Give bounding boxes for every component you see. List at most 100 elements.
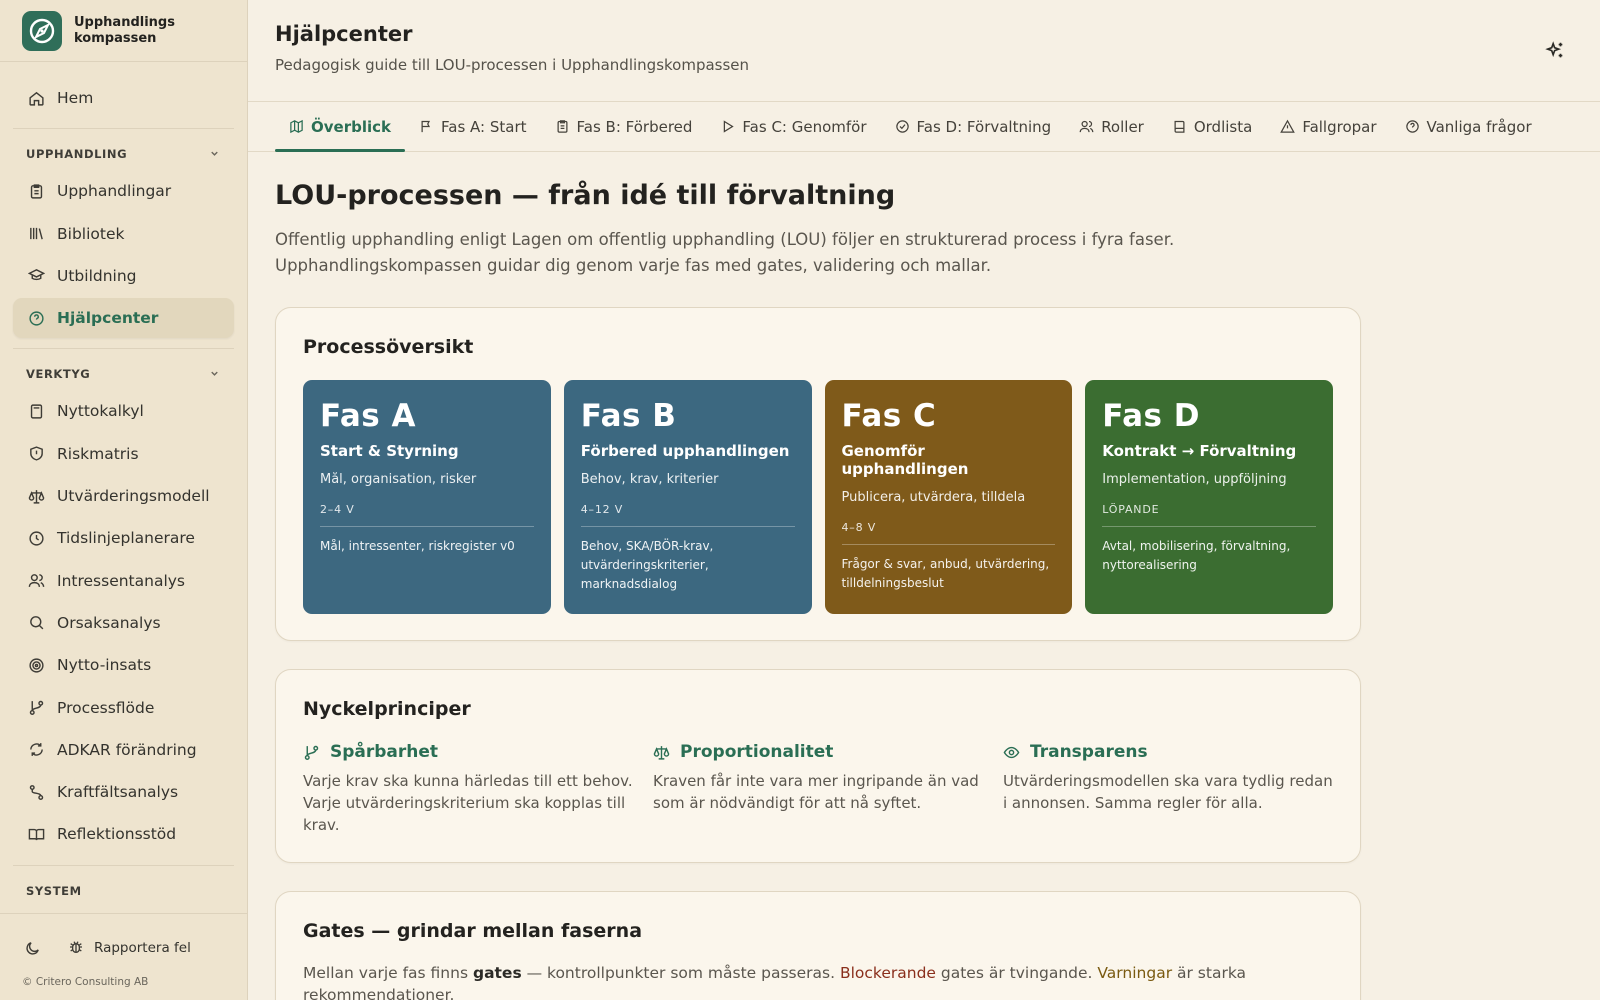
- tab-ordlista[interactable]: Ordlista: [1158, 102, 1266, 151]
- phase-duration: 4–8 V: [841, 521, 1056, 545]
- warning-term: Varningar: [1097, 964, 1173, 982]
- tab-label: Vanliga frågor: [1426, 117, 1532, 136]
- tab-vanliga-fragor[interactable]: Vanliga frågor: [1391, 102, 1546, 151]
- play-icon: [720, 119, 735, 134]
- section-title: VERKTYG: [26, 367, 91, 382]
- phase-name: Kontrakt → Förvaltning: [1102, 442, 1297, 460]
- sidebar-item-label: Kraftfältsanalys: [57, 783, 179, 802]
- key-principles-card: Nyckelprinciper Spårbarhet Varje krav sk…: [275, 669, 1361, 863]
- sidebar-item-label: Nyttokalkyl: [57, 402, 144, 421]
- sidebar-item-adkar[interactable]: ADKAR förändring: [13, 730, 234, 770]
- gates-text-part: — kontrollpunkter som måste passeras.: [521, 964, 840, 982]
- brand-name-line2: kompassen: [74, 30, 157, 46]
- eye-icon: [1003, 743, 1021, 761]
- clipboard-icon: [27, 182, 45, 200]
- gates-text-part: Mellan varje fas finns: [303, 964, 473, 982]
- copyright: © Critero Consulting AB: [22, 976, 149, 988]
- principle-transparens: Transparens Utvärderingsmodellen ska var…: [1003, 742, 1333, 836]
- tab-fas-a[interactable]: Fas A: Start: [405, 102, 541, 151]
- sidebar-item-nytto-insats[interactable]: Nytto-insats: [13, 645, 234, 685]
- phase-description: Implementation, uppföljning: [1102, 472, 1287, 487]
- tab-label: Ordlista: [1193, 117, 1253, 136]
- main-area: Hjälpcenter Pedagogisk guide till LOU-pr…: [248, 0, 1600, 1000]
- tab-roller[interactable]: Roller: [1065, 102, 1158, 151]
- sidebar-item-intressentanalys[interactable]: Intressentanalys: [13, 561, 234, 601]
- tab-label: Roller: [1101, 117, 1144, 136]
- moon-icon[interactable]: [22, 938, 42, 958]
- hero-desc-line2: Upphandlingskompassen guidar dig genom v…: [275, 256, 992, 275]
- refresh-icon: [27, 741, 45, 759]
- sidebar-item-reflektionsstod[interactable]: Reflektionsstöd: [13, 814, 234, 854]
- process-overview-card: Processöversikt Fas A Start & Styrning M…: [275, 307, 1361, 641]
- book-icon: [1172, 119, 1187, 134]
- bug-icon: [68, 939, 86, 957]
- tab-label: Fas B: Förbered: [576, 117, 693, 136]
- sidebar-item-tidslinjeplanerare[interactable]: Tidslinjeplanerare: [13, 518, 234, 558]
- sidebar-item-upphandlingar[interactable]: Upphandlingar: [13, 171, 234, 211]
- report-bug-label: Rapportera fel: [94, 940, 191, 956]
- sidebar-item-hjalpcenter[interactable]: Hjälpcenter: [13, 298, 234, 339]
- phase-card-b[interactable]: Fas B Förbered upphandlingen Behov, krav…: [563, 380, 812, 614]
- tab-label: Fallgropar: [1302, 117, 1377, 136]
- phase-card-d[interactable]: Fas D Kontrakt → Förvaltning Implementat…: [1085, 380, 1333, 614]
- sidebar-item-label: ADKAR förändring: [57, 740, 197, 759]
- principle-title: Transparens: [1030, 742, 1148, 762]
- tab-fas-d[interactable]: Fas D: Förvaltning: [881, 102, 1066, 151]
- phase-code: Fas C: [841, 398, 937, 434]
- report-bug-button[interactable]: Rapportera fel: [68, 939, 191, 957]
- sparkles-icon[interactable]: [1544, 40, 1566, 62]
- sidebar-item-label: Tidslinjeplanerare: [57, 529, 195, 548]
- sidebar-item-processflode[interactable]: Processflöde: [13, 688, 234, 728]
- phase-duration: 2–4 V: [320, 503, 534, 527]
- brand[interactable]: Upphandlings kompassen: [0, 0, 247, 62]
- sidebar-item-bibliotek[interactable]: Bibliotek: [13, 214, 234, 254]
- git-branch-icon: [27, 699, 45, 717]
- chevron-down-icon: [209, 368, 221, 380]
- sidebar-item-label: Reflektionsstöd: [57, 825, 177, 844]
- calculator-icon: [27, 402, 45, 420]
- phase-name: Start & Styrning: [320, 442, 459, 460]
- phase-code: Fas A: [320, 398, 417, 434]
- phase-card-c[interactable]: Fas C Genomför upphandlingen Publicera, …: [824, 380, 1073, 614]
- check-circle-icon: [895, 119, 910, 134]
- users-icon: [1079, 119, 1094, 134]
- warning-triangle-icon: [1280, 119, 1296, 134]
- phase-duration: 4–12 V: [580, 503, 795, 527]
- clipboard-list-icon: [555, 119, 570, 134]
- hero-title: LOU-processen — från idé till förvaltnin…: [275, 180, 896, 211]
- sidebar-item-kraftfaltsanalys[interactable]: Kraftfältsanalys: [13, 772, 234, 812]
- sidebar-item-hem[interactable]: Hem: [13, 78, 234, 118]
- sidebar-item-label: Hjälpcenter: [57, 309, 159, 328]
- tab-bar: Överblick Fas A: Start Fas B: Förbered F…: [248, 102, 1600, 152]
- sidebar-item-orsaksanalys[interactable]: Orsaksanalys: [13, 603, 234, 643]
- sidebar-item-nyttokalkyl[interactable]: Nyttokalkyl: [13, 391, 234, 431]
- card-title: Gates — grindar mellan faserna: [303, 920, 643, 942]
- route-icon: [27, 783, 45, 801]
- tab-overblick[interactable]: Överblick: [275, 102, 405, 152]
- tab-fas-c[interactable]: Fas C: Genomför: [706, 102, 880, 151]
- phase-card-a[interactable]: Fas A Start & Styrning Mål, organisation…: [303, 380, 551, 614]
- tab-fallgropar[interactable]: Fallgropar: [1266, 102, 1390, 151]
- help-circle-icon: [27, 309, 45, 327]
- chevron-down-icon: [209, 148, 221, 160]
- sidebar-item-riskmatris[interactable]: Riskmatris: [13, 434, 234, 474]
- section-toggle-system[interactable]: SYSTEM: [13, 874, 234, 908]
- principle-proportionalitet: Proportionalitet Kraven får inte vara me…: [653, 742, 983, 836]
- tab-label: Fas D: Förvaltning: [916, 117, 1052, 136]
- sidebar-item-label: Utbildning: [57, 266, 137, 285]
- sidebar-item-utbildning[interactable]: Utbildning: [13, 256, 234, 296]
- phase-outputs: Mål, intressenter, riskregister v0: [320, 539, 515, 553]
- tab-fas-b[interactable]: Fas B: Förbered: [541, 102, 707, 151]
- sidebar-footer: Rapportera fel © Critero Consulting AB: [0, 913, 247, 1000]
- section-title: UPPHANDLING: [26, 147, 128, 162]
- page-title: Hjälpcenter: [275, 22, 413, 46]
- map-icon: [289, 119, 304, 134]
- principle-title: Proportionalitet: [680, 742, 834, 762]
- graduation-cap-icon: [27, 267, 45, 285]
- nav-top: Hem: [13, 62, 234, 130]
- phase-outputs: Avtal, mobilisering, förvaltning, nyttor…: [1102, 539, 1291, 572]
- sidebar-item-utvarderingsmodell[interactable]: Utvärderingsmodell: [13, 476, 234, 516]
- gates-text: Mellan varje fas finns gates — kontrollp…: [303, 962, 1333, 1000]
- section-toggle-verktyg[interactable]: VERKTYG: [13, 357, 234, 391]
- section-toggle-upphandling[interactable]: UPPHANDLING: [13, 137, 234, 171]
